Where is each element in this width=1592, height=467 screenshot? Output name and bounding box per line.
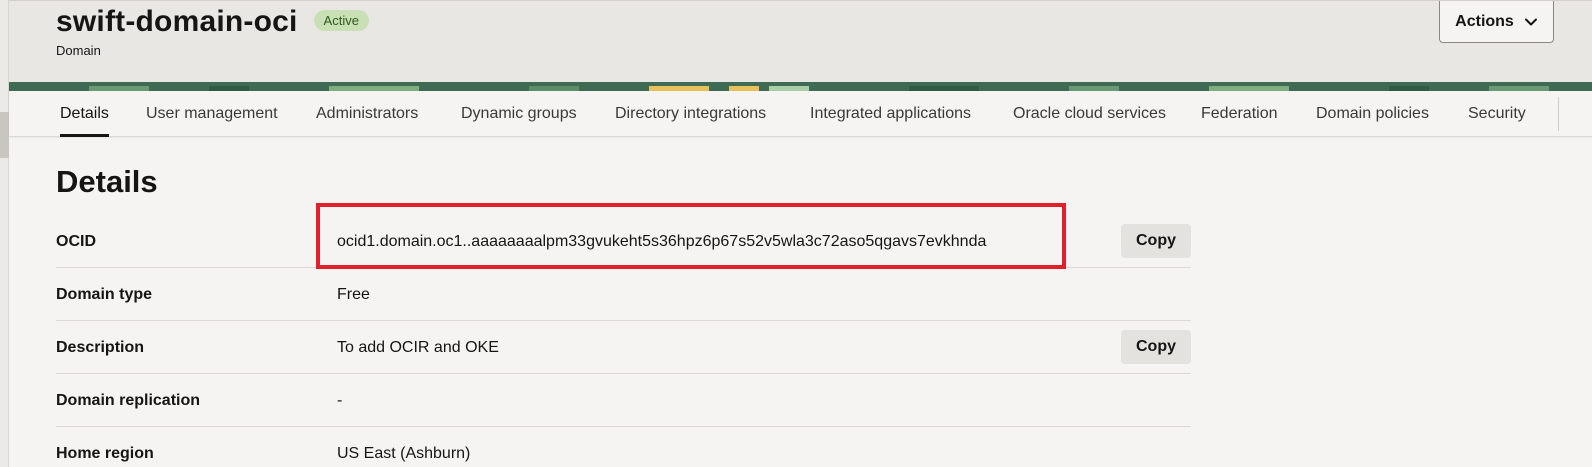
scrollbar-thumb[interactable] (0, 112, 9, 158)
page-header: swift-domain-oci Active Domain Actions (9, 0, 1592, 82)
tab-bar: Details User management Administrators D… (9, 91, 1592, 137)
domain-details-page: swift-domain-oci Active Domain Actions D… (0, 0, 1592, 467)
tab-oracle-cloud-services[interactable]: Oracle cloud services (1013, 91, 1166, 137)
details-row-description: Description To add OCIR and OKE Copy (56, 321, 1191, 374)
domain-replication-value: - (337, 392, 343, 409)
ocid-label: OCID (56, 233, 96, 250)
actions-button-label: Actions (1455, 12, 1514, 30)
page-title: swift-domain-oci (56, 5, 298, 38)
actions-button[interactable]: Actions (1439, 1, 1554, 43)
tab-federation[interactable]: Federation (1201, 91, 1278, 137)
domain-type-value: Free (337, 286, 370, 303)
domain-type-label: Domain type (56, 286, 153, 303)
tab-administrators[interactable]: Administrators (316, 91, 418, 137)
status-badge: Active (313, 9, 369, 31)
chevron-down-icon (1524, 18, 1537, 25)
decorative-banner (9, 82, 1592, 91)
domain-replication-label: Domain replication (56, 392, 201, 409)
details-row-domain-replication: Domain replication - (56, 374, 1191, 427)
copy-description-button[interactable]: Copy (1121, 330, 1191, 364)
tab-domain-policies[interactable]: Domain policies (1316, 91, 1429, 137)
details-row-home-region: Home region US East (Ashburn) (56, 427, 1191, 467)
tab-details[interactable]: Details (60, 91, 109, 137)
tab-integrated-applications[interactable]: Integrated applications (810, 91, 971, 137)
tab-user-management[interactable]: User management (146, 91, 278, 137)
tab-directory-integrations[interactable]: Directory integrations (615, 91, 766, 137)
ocid-value[interactable]: ocid1.domain.oc1..aaaaaaaalpm33gvukeht5s… (337, 215, 986, 268)
description-label: Description (56, 339, 145, 356)
home-region-value: US East (Ashburn) (337, 445, 471, 462)
tab-divider (1558, 97, 1559, 131)
home-region-label: Home region (56, 445, 154, 462)
tab-dynamic-groups[interactable]: Dynamic groups (461, 91, 577, 137)
title-row: swift-domain-oci Active (56, 5, 369, 39)
section-title-details: Details (56, 164, 158, 199)
details-row-ocid: OCID ocid1.domain.oc1..aaaaaaaalpm33gvuk… (56, 215, 1191, 268)
details-row-domain-type: Domain type Free (56, 268, 1191, 321)
page-subtitle: Domain (56, 43, 101, 58)
left-scroll-gutter (0, 0, 9, 467)
description-value: To add OCIR and OKE (337, 339, 499, 356)
copy-ocid-button[interactable]: Copy (1121, 224, 1191, 258)
tab-security[interactable]: Security (1468, 91, 1526, 137)
